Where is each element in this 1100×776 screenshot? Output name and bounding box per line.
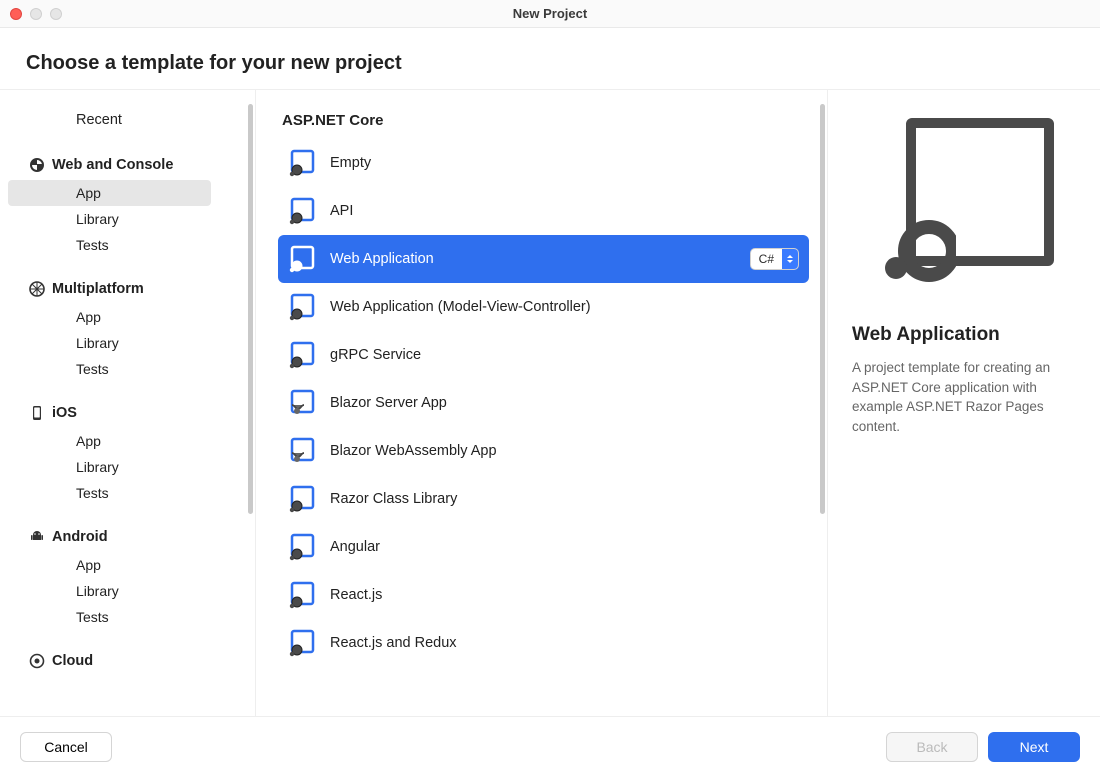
template-item-label: Razor Class Library [330, 491, 809, 507]
sidebar-group-label: Android [52, 529, 108, 545]
template-item[interactable]: Blazor WebAssembly App [278, 427, 809, 475]
sidebar-item-label: Recent [76, 112, 122, 128]
template-item[interactable]: API [278, 187, 809, 235]
sidebar-item-library[interactable]: Library [0, 454, 247, 480]
template-list-scrollbar[interactable] [819, 90, 827, 716]
sidebar-item-label: Tests [76, 361, 109, 377]
sidebar-item-label: Tests [76, 237, 109, 253]
sidebar-item-app[interactable]: App [0, 428, 247, 454]
sidebar-item-recent[interactable]: Recent [0, 112, 247, 128]
language-selector[interactable]: C# [750, 248, 799, 270]
close-window-button[interactable] [10, 8, 22, 20]
sidebar-item-label: App [76, 433, 101, 449]
template-list: ASP.NET Core EmptyAPIWeb ApplicationC#We… [256, 90, 819, 716]
sidebar-group-ios[interactable]: iOS [0, 398, 247, 428]
language-label: C# [751, 252, 782, 266]
sidebar-item-label: Library [76, 335, 119, 351]
cloud-icon [28, 652, 46, 670]
sidebar-item-label: App [76, 557, 101, 573]
sidebar-group-label: Cloud [52, 653, 93, 669]
template-item-label: API [330, 203, 809, 219]
sidebar-group-web-and-console[interactable]: Web and Console [0, 150, 247, 180]
template-preview-icon [874, 118, 1054, 298]
template-item-label: Web Application [330, 251, 750, 267]
window-title: New Project [0, 6, 1100, 21]
sidebar-item-label: Library [76, 459, 119, 475]
sidebar-item-tests[interactable]: Tests [0, 604, 247, 630]
template-item-label: Blazor WebAssembly App [330, 443, 809, 459]
sidebar-item-app[interactable]: App [0, 304, 247, 330]
sidebar-item-app[interactable]: App [8, 180, 211, 206]
template-item-label: React.js and Redux [330, 635, 809, 651]
template-item[interactable]: React.js [278, 571, 809, 619]
template-item[interactable]: Angular [278, 523, 809, 571]
titlebar: New Project [0, 0, 1100, 28]
template-item[interactable]: Empty [278, 139, 809, 187]
template-item-label: Blazor Server App [330, 395, 809, 411]
template-item[interactable]: Razor Class Library [278, 475, 809, 523]
sidebar-group-label: iOS [52, 405, 77, 421]
template-item-label: Angular [330, 539, 809, 555]
template-item-label: gRPC Service [330, 347, 809, 363]
sidebar-group-android[interactable]: Android [0, 522, 247, 552]
multiplatform-icon [28, 280, 46, 298]
template-detail-description: A project template for creating an ASP.N… [852, 358, 1076, 436]
template-item-label: React.js [330, 587, 809, 603]
sidebar-item-label: Tests [76, 609, 109, 625]
sidebar-item-app[interactable]: App [0, 552, 247, 578]
dialog-footer: Cancel Back Next [0, 716, 1100, 776]
template-item[interactable]: gRPC Service [278, 331, 809, 379]
sidebar-item-tests[interactable]: Tests [0, 232, 247, 258]
ios-icon [28, 404, 46, 422]
template-detail-title: Web Application [852, 324, 1076, 346]
sidebar-scrollbar[interactable] [247, 90, 255, 716]
sidebar-item-label: Library [76, 583, 119, 599]
sidebar-item-library[interactable]: Library [0, 206, 247, 232]
sidebar-item-library[interactable]: Library [0, 330, 247, 356]
sidebar-group-label: Web and Console [52, 157, 173, 173]
back-button[interactable]: Back [886, 732, 978, 762]
sidebar-item-label: Tests [76, 485, 109, 501]
cancel-button[interactable]: Cancel [20, 732, 112, 762]
template-item-label: Web Application (Model-View-Controller) [330, 299, 809, 315]
dialog-heading-text: Choose a template for your new project [26, 52, 1074, 75]
sidebar-item-label: Library [76, 211, 119, 227]
sidebar-item-label: App [76, 185, 101, 201]
category-sidebar: Recent Web and Console App Library Tests [0, 90, 247, 716]
sidebar-group-multiplatform[interactable]: Multiplatform [0, 274, 247, 304]
sidebar-item-tests[interactable]: Tests [0, 356, 247, 382]
sidebar-item-label: App [76, 309, 101, 325]
template-category-title: ASP.NET Core [282, 112, 809, 129]
template-item[interactable]: Web ApplicationC# [278, 235, 809, 283]
template-item[interactable]: Blazor Server App [278, 379, 809, 427]
sidebar-item-tests[interactable]: Tests [0, 480, 247, 506]
sidebar-group-label: Multiplatform [52, 281, 144, 297]
template-item-label: Empty [330, 155, 809, 171]
template-item[interactable]: React.js and Redux [278, 619, 809, 667]
dialog-heading: Choose a template for your new project [0, 28, 1100, 90]
sidebar-group-cloud[interactable]: Cloud [0, 646, 247, 676]
template-detail-pane: Web Application A project template for c… [828, 90, 1100, 716]
web-console-icon [28, 156, 46, 174]
template-item[interactable]: Web Application (Model-View-Controller) [278, 283, 809, 331]
android-icon [28, 528, 46, 546]
next-button[interactable]: Next [988, 732, 1080, 762]
minimize-window-button[interactable] [30, 8, 42, 20]
zoom-window-button[interactable] [50, 8, 62, 20]
window-controls [0, 8, 62, 20]
sidebar-item-library[interactable]: Library [0, 578, 247, 604]
chevron-updown-icon [782, 249, 798, 269]
